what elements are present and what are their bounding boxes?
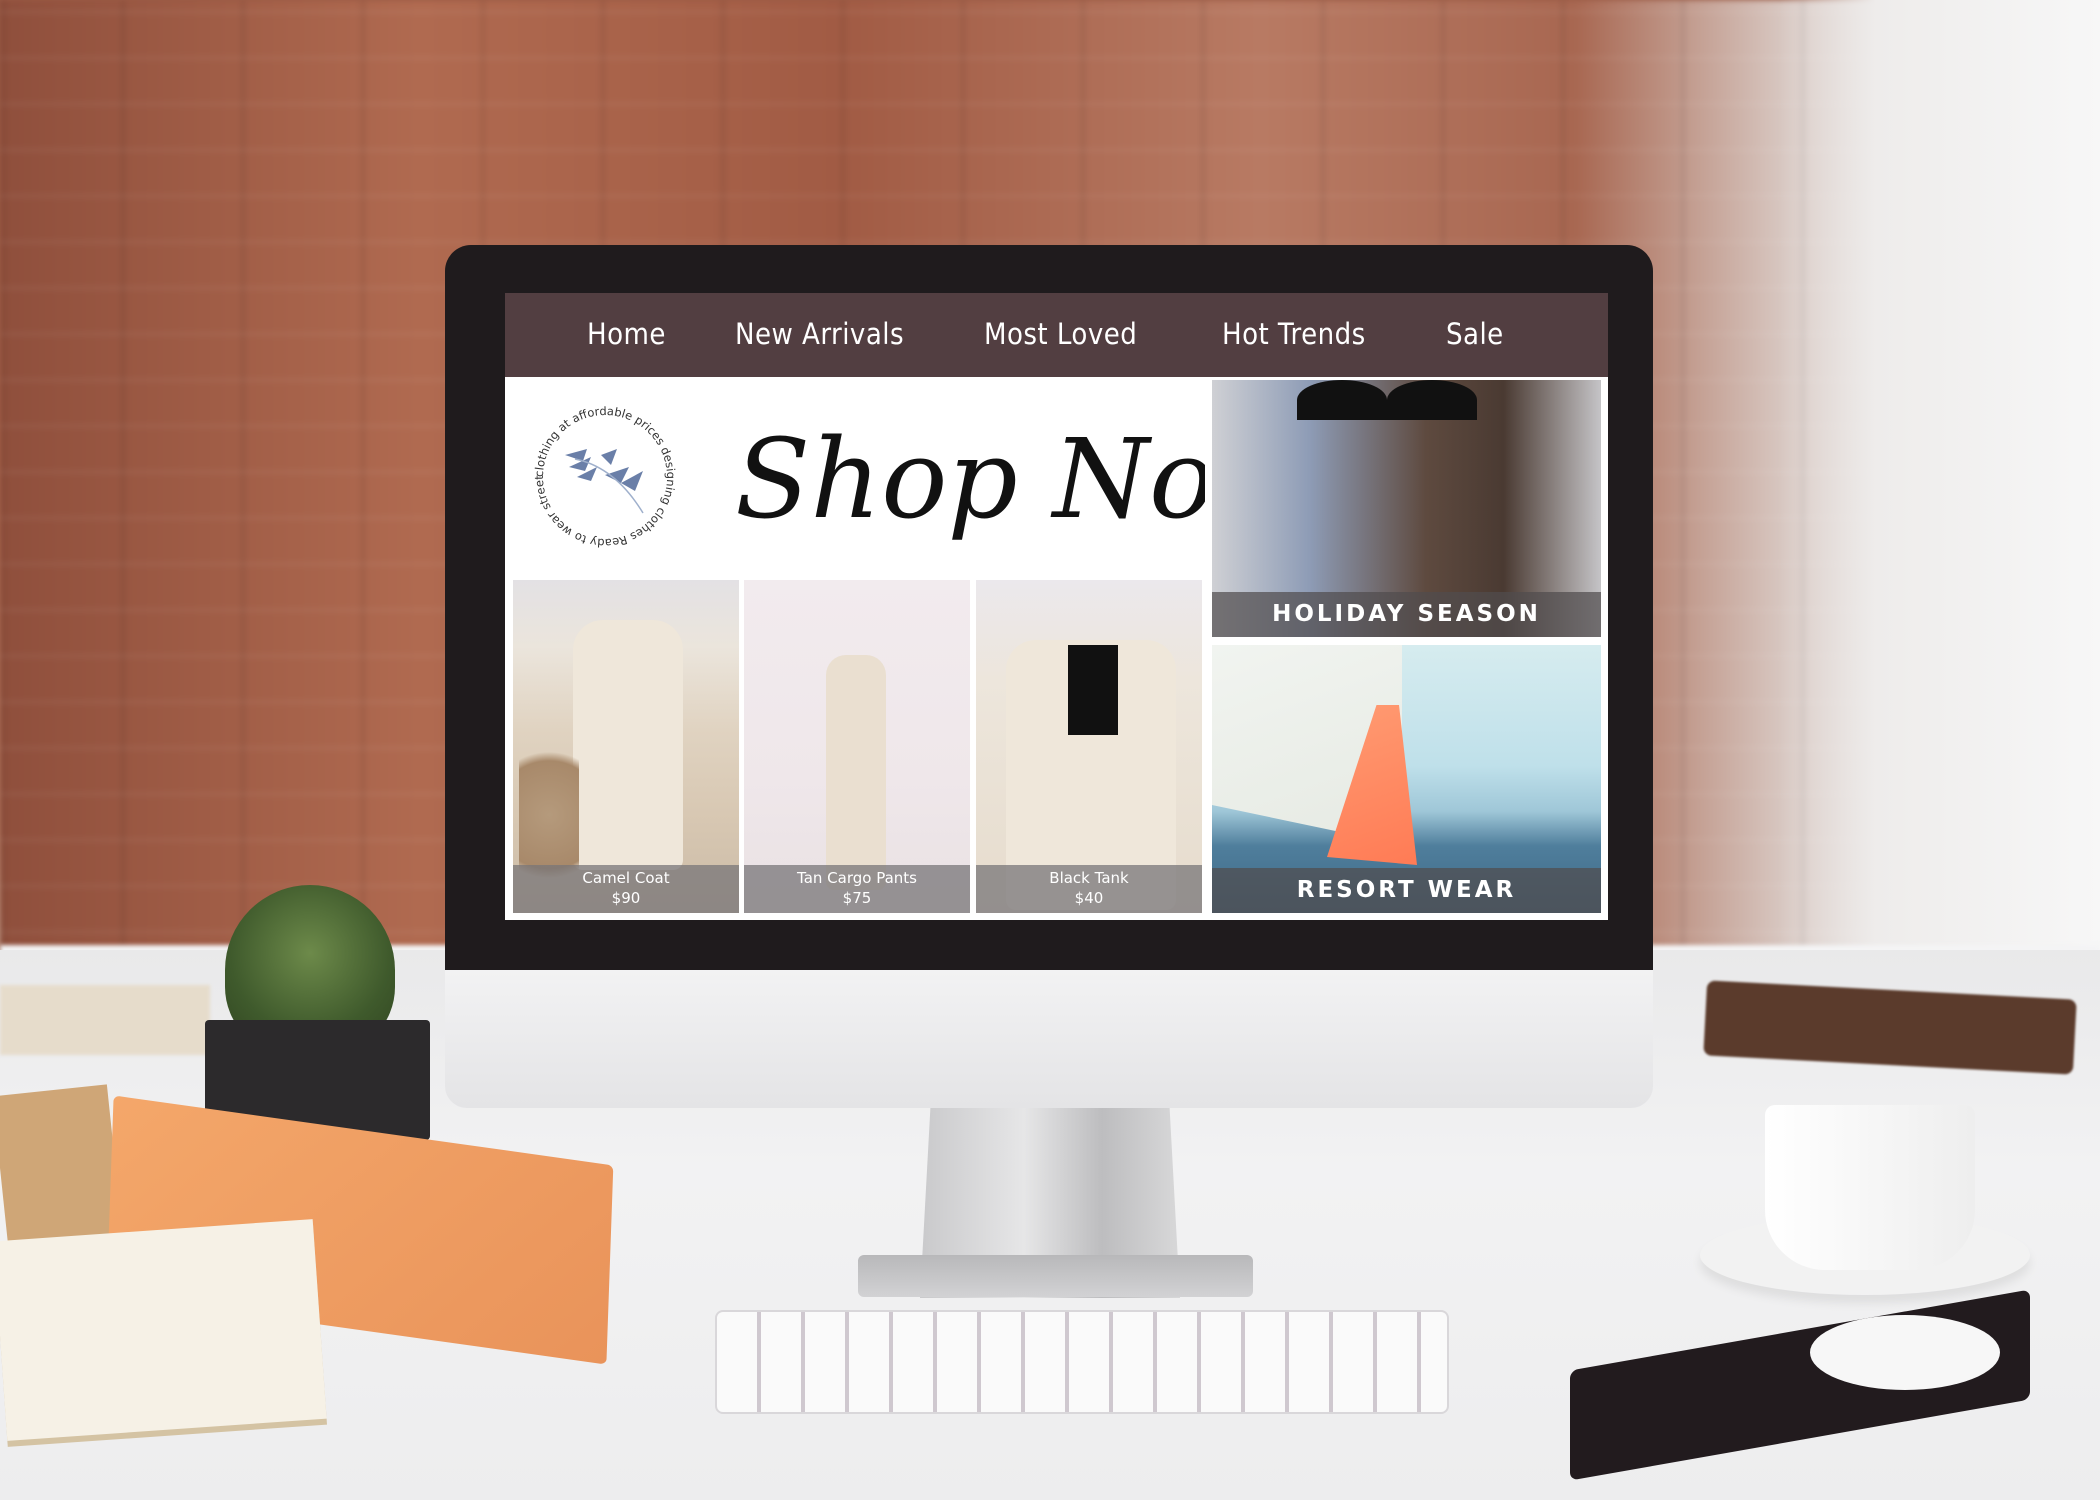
product-photo <box>976 580 1202 913</box>
nav-new-arrivals[interactable]: New Arrivals <box>735 317 904 351</box>
product-caption: Tan Cargo Pants $75 <box>744 865 970 913</box>
top-navigation: Home New Arrivals Most Loved Hot Trends … <box>505 293 1608 377</box>
monitor-chin <box>445 970 1653 1108</box>
book-background <box>0 985 210 1055</box>
promo-label: HOLIDAY SEASON <box>1212 592 1601 637</box>
product-price: $75 <box>842 889 872 907</box>
computer-mouse <box>1810 1315 2000 1390</box>
nav-hot-trends[interactable]: Hot Trends <box>1222 317 1366 351</box>
product-card-tan-cargo-pants[interactable]: Tan Cargo Pants $75 <box>744 580 970 913</box>
kraft-paper <box>0 1084 123 1246</box>
product-name: Camel Coat <box>582 869 670 887</box>
promo-holiday-season[interactable]: HOLIDAY SEASON <box>1212 380 1601 637</box>
notebook <box>0 1219 327 1441</box>
coffee-cup <box>1765 1105 1975 1270</box>
promo-label: RESORT WEAR <box>1212 868 1601 913</box>
product-name: Tan Cargo Pants <box>797 869 917 887</box>
keyboard <box>715 1310 1449 1414</box>
promo-resort-wear[interactable]: RESORT WEAR <box>1212 645 1601 913</box>
product-photo <box>513 580 739 913</box>
product-price: $90 <box>611 889 641 907</box>
monitor-stand-base <box>858 1255 1253 1297</box>
product-card-camel-coat[interactable]: Camel Coat $90 <box>513 580 739 913</box>
brand-logo[interactable]: clothing at affordable prices designing … <box>525 397 685 557</box>
product-photo <box>744 580 970 913</box>
nav-home[interactable]: Home <box>587 317 666 351</box>
product-card-black-tank[interactable]: Black Tank $40 <box>976 580 1202 913</box>
logo-ring-text: clothing at affordable prices designing … <box>525 397 678 550</box>
window-light <box>1780 0 2100 980</box>
website-screen: Home New Arrivals Most Loved Hot Trends … <box>505 293 1608 920</box>
product-name: Black Tank <box>1049 869 1129 887</box>
nav-most-loved[interactable]: Most Loved <box>984 317 1137 351</box>
product-caption: Black Tank $40 <box>976 865 1202 913</box>
product-price: $40 <box>1074 889 1104 907</box>
leaf-branch-icon <box>565 449 644 514</box>
product-caption: Camel Coat $90 <box>513 865 739 913</box>
nav-sale[interactable]: Sale <box>1446 317 1504 351</box>
main-content: clothing at affordable prices designing … <box>505 377 1608 920</box>
shop-now-text: Shop Now <box>735 415 1205 543</box>
